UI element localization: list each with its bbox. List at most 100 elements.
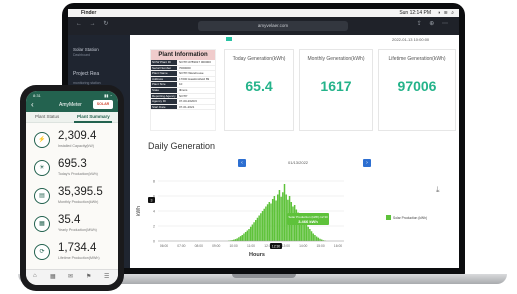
monthly-generation-label: Monthly Generation(kWh) <box>307 56 365 62</box>
plant-info-key: Plant Size <box>151 82 177 87</box>
chart-bar <box>260 213 262 241</box>
browser-nav-buttons[interactable]: ← → ↻ <box>76 20 111 27</box>
plant-info-key: Start Date <box>151 104 177 110</box>
x-tick-label: 11:00 <box>247 244 255 248</box>
lifetime-generation-value: 97006 <box>397 78 437 94</box>
menubar-status-icons[interactable]: ◑ ≋ ⌕ <box>437 9 455 17</box>
menubar-clock: Sun 12:14 PM <box>399 10 431 16</box>
summary-item-lifetime-production: ⟳ 1,734.4 Lifetime Production(MWh) <box>32 239 114 267</box>
sidebar-subtitle: Dashboard <box>73 53 91 57</box>
chart-bar <box>317 237 320 241</box>
sidebar-section[interactable]: Project Rea <box>73 71 99 77</box>
plant-information-card: Plant Information NOW Plant ID NOTP-07890… <box>150 49 216 131</box>
x-tick-label: 10:00 <box>229 244 237 248</box>
date-selector[interactable]: 01/13/2022 <box>288 160 308 165</box>
today-generation-label: Today Generation(kWh) <box>232 56 286 62</box>
chart-bar <box>305 224 308 241</box>
plant-info-value: NOTP-0789017 000000 <box>179 60 211 64</box>
chart-bar <box>265 206 267 241</box>
chart-bar <box>261 211 264 241</box>
today-production-label: Today's Production(kWh) <box>58 172 98 176</box>
chart-bar <box>248 229 250 241</box>
back-arrow-icon[interactable]: ‹ <box>31 100 34 109</box>
y-tick-label: 2 <box>153 225 155 229</box>
laptop-screen: Finder Sun 12:14 PM ◑ ≋ ⌕ ← → ↻ amyvelae… <box>68 9 459 268</box>
daily-generation-title: Daily Generation <box>148 141 216 151</box>
summary-item-monthly-production: ▤ 35,395.5 Monthly Production(kWh) <box>32 183 114 211</box>
yearly-production-label: Yearly Production(MWh) <box>58 228 97 232</box>
phone-header: 8:31 ▮▮ ◔ ‹ AmyMeter SOLAR <box>26 91 118 112</box>
chart-bar <box>310 231 313 241</box>
nav-home-icon[interactable]: ⌂ <box>33 273 37 279</box>
teal-indicator <box>226 37 232 41</box>
lifetime-production-label: Lifetime Production(MWh) <box>58 256 100 260</box>
plant-info-value: 07-01-2021 <box>179 104 195 109</box>
today-generation-card: Today Generation(kWh) 65.4 <box>224 49 294 131</box>
chart-bar <box>249 226 252 241</box>
lifetime-generation-card: Lifetime Generation(kWh) 97006 <box>378 49 456 131</box>
chart-bar <box>244 232 247 241</box>
summary-item-today-production: ☀ 695.3 Today's Production(kWh) <box>32 155 114 183</box>
plant-info-value: 7000000 <box>179 65 191 70</box>
phone-bottom-nav: ⌂ ▦ ✉ ⚑ ☰ <box>26 269 118 285</box>
monthly-generation-card: Monthly Generation(kWh) 1617 <box>299 49 373 131</box>
browser-tool-icons[interactable]: ⇪ ⊕ ⋯ <box>417 20 451 27</box>
phone-app-name: AmyMeter <box>59 102 82 108</box>
today-production-value: 695.3 <box>58 158 87 170</box>
monthly-production-label: Monthly Production(kWh) <box>58 200 99 204</box>
chart-bar <box>314 235 316 241</box>
phone-status-time: 8:31 <box>33 93 41 98</box>
yearly-production-value: 35.4 <box>58 214 81 226</box>
plant-info-value: NOTP <box>179 93 188 98</box>
laptop-notch <box>232 274 296 278</box>
nav-menu-icon[interactable]: ☰ <box>104 273 109 280</box>
plant-info-key: Address <box>151 76 177 82</box>
phone-logo: SOLAR <box>93 100 113 109</box>
monthly-generation-value: 1617 <box>320 78 352 94</box>
chart-bar <box>255 220 257 241</box>
plant-information-rows: NOW Plant ID NOTP-0789017 000000 Serial Nu… <box>151 60 215 111</box>
chart-bar <box>312 233 314 241</box>
address-bar[interactable]: amyvelaer.com <box>198 21 348 31</box>
nav-alerts-icon[interactable]: ⚑ <box>86 273 91 280</box>
plant-information-title: Plant Information <box>151 50 215 60</box>
chart-bar <box>304 222 306 241</box>
x-axis-label: Hours <box>249 252 265 258</box>
lifetime-generation-label: Lifetime Generation(kWh) <box>388 56 446 62</box>
nav-dashboard-icon[interactable]: ▦ <box>50 273 56 280</box>
installed-capacity-label: Installed Capacity(kW) <box>58 144 94 148</box>
daily-generation-chart: 02468kWh06:00 07:00 08:00 09:00 10:00 11:00 12… <box>136 180 427 259</box>
plant-info-value: NOTP-Warehouse <box>179 71 204 76</box>
next-date-button[interactable]: › <box>363 159 371 167</box>
tab-plant-status[interactable]: Plant Status <box>35 114 59 119</box>
chart-bar <box>246 230 249 241</box>
x-tick-label: 07:00 <box>177 244 185 248</box>
y-highlight-label: 3 <box>151 198 153 202</box>
plant-info-key: State <box>151 87 177 93</box>
today-generation-value: 65.4 <box>245 78 273 94</box>
plant-info-key: Reporting Agency <box>151 93 177 99</box>
plant-info-value: 17000 Hawkinsfield 89 <box>179 76 210 81</box>
nav-messages-icon[interactable]: ✉ <box>68 273 73 280</box>
chart-bar <box>253 222 255 241</box>
calendar-month-icon: ▤ <box>34 188 50 204</box>
chart-bar <box>273 196 276 241</box>
tooltip-line-2: 3.466 kWh <box>298 219 318 224</box>
plant-info-value: 07-00-2020/3 <box>179 99 197 104</box>
menubar-app-name[interactable]: Finder <box>81 9 96 17</box>
lifetime-icon: ⟳ <box>34 244 50 260</box>
legend-swatch <box>386 215 391 220</box>
x-tick-label: 16:00 <box>334 244 342 248</box>
summary-item-installed-capacity: ⚡ 2,309.4 Installed Capacity(kW) <box>32 127 114 155</box>
chart-bar <box>271 199 274 241</box>
plant-info-key: Serial Number <box>151 65 177 71</box>
plant-info-key: Agency ID <box>151 99 177 104</box>
x-tick-label: 13:00 <box>282 244 290 248</box>
y-tick-label: 8 <box>153 180 155 184</box>
chart-bar <box>258 215 260 241</box>
prev-date-button[interactable]: ‹ <box>238 159 246 167</box>
chart-bar <box>280 196 282 241</box>
tab-plant-summary[interactable]: Plant Summary <box>77 114 110 119</box>
sidebar-title: Solar Station <box>73 47 99 52</box>
chart-bar <box>251 224 254 241</box>
